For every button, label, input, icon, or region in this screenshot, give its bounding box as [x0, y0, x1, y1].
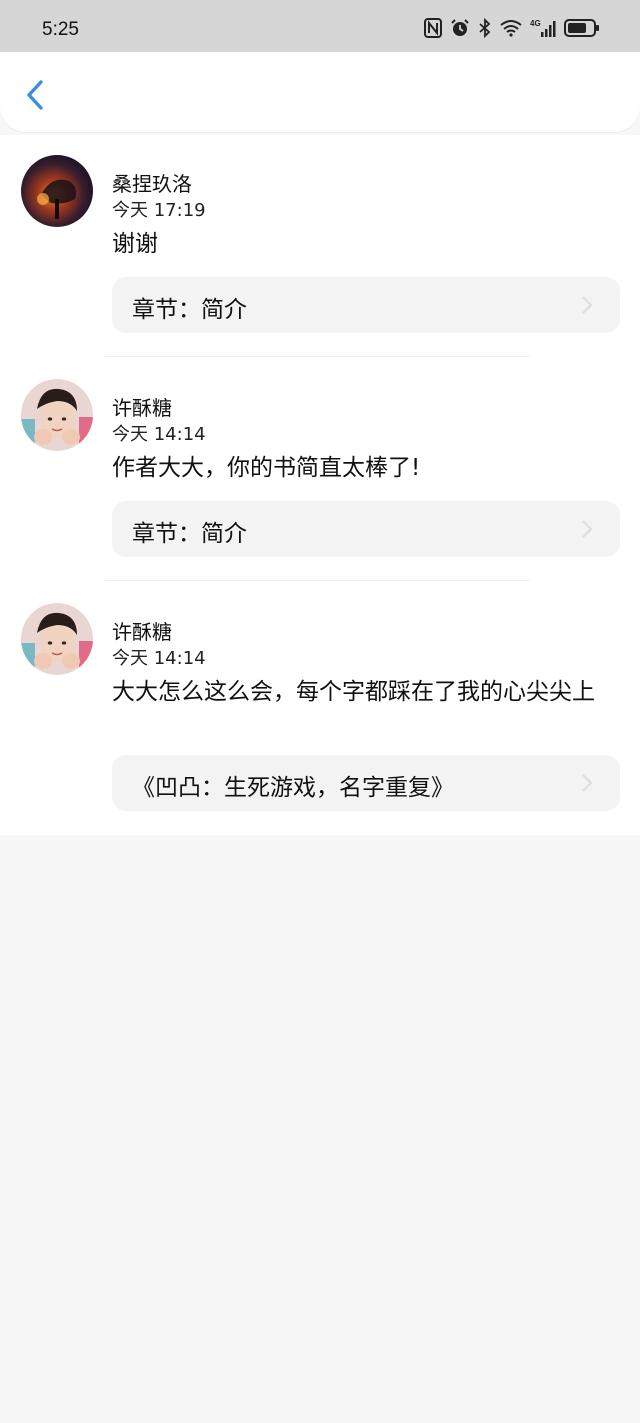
battery-icon	[564, 18, 600, 42]
chapter-link[interactable]: 《凹凸：生死游戏，名字重复》	[112, 755, 620, 811]
chapter-link[interactable]: 章节：简介	[112, 277, 620, 333]
avatar[interactable]	[21, 603, 93, 675]
avatar[interactable]	[21, 155, 93, 227]
chevron-left-icon	[27, 80, 43, 110]
nfc-icon	[424, 18, 442, 42]
status-icons: 4G	[424, 17, 600, 42]
signal-4g-icon: 4G	[530, 18, 556, 42]
divider	[105, 580, 530, 581]
bluetooth-icon	[478, 17, 492, 42]
comment-time: 今天 17:19	[112, 200, 206, 221]
status-time: 5:25	[42, 19, 79, 40]
comment-message: 大大怎么这么会，每个字都踩在了我的心尖尖上	[112, 679, 595, 705]
svg-text:4G: 4G	[530, 19, 541, 28]
nav-bar	[0, 52, 640, 132]
comment-username[interactable]: 许酥糖	[112, 616, 172, 645]
chapter-link[interactable]: 章节：简介	[112, 501, 620, 557]
comment-username[interactable]: 桑捏玖洛	[112, 168, 192, 197]
alarm-icon	[450, 18, 470, 42]
chevron-right-icon	[582, 774, 593, 792]
comment-message: 作者大大，你的书简直太棒了!	[112, 455, 421, 481]
back-button[interactable]	[18, 76, 52, 114]
chapter-label: 章节：简介	[132, 297, 247, 323]
comment-list: 桑捏玖洛 今天 17:19 谢谢 章节：简介 许酥糖 今天 14:14 作者大大…	[0, 135, 640, 835]
comment-message: 谢谢	[112, 231, 158, 257]
comment-time: 今天 14:14	[112, 648, 206, 669]
avatar[interactable]	[21, 379, 93, 451]
chapter-label: 《凹凸：生死游戏，名字重复》	[132, 775, 454, 801]
chevron-right-icon	[582, 296, 593, 314]
wifi-icon	[500, 19, 522, 41]
comment-time: 今天 14:14	[112, 424, 206, 445]
status-bar: 5:25 4G	[0, 0, 640, 52]
comment-username[interactable]: 许酥糖	[112, 392, 172, 421]
chevron-right-icon	[582, 520, 593, 538]
divider	[105, 356, 530, 357]
chapter-label: 章节：简介	[132, 521, 247, 547]
